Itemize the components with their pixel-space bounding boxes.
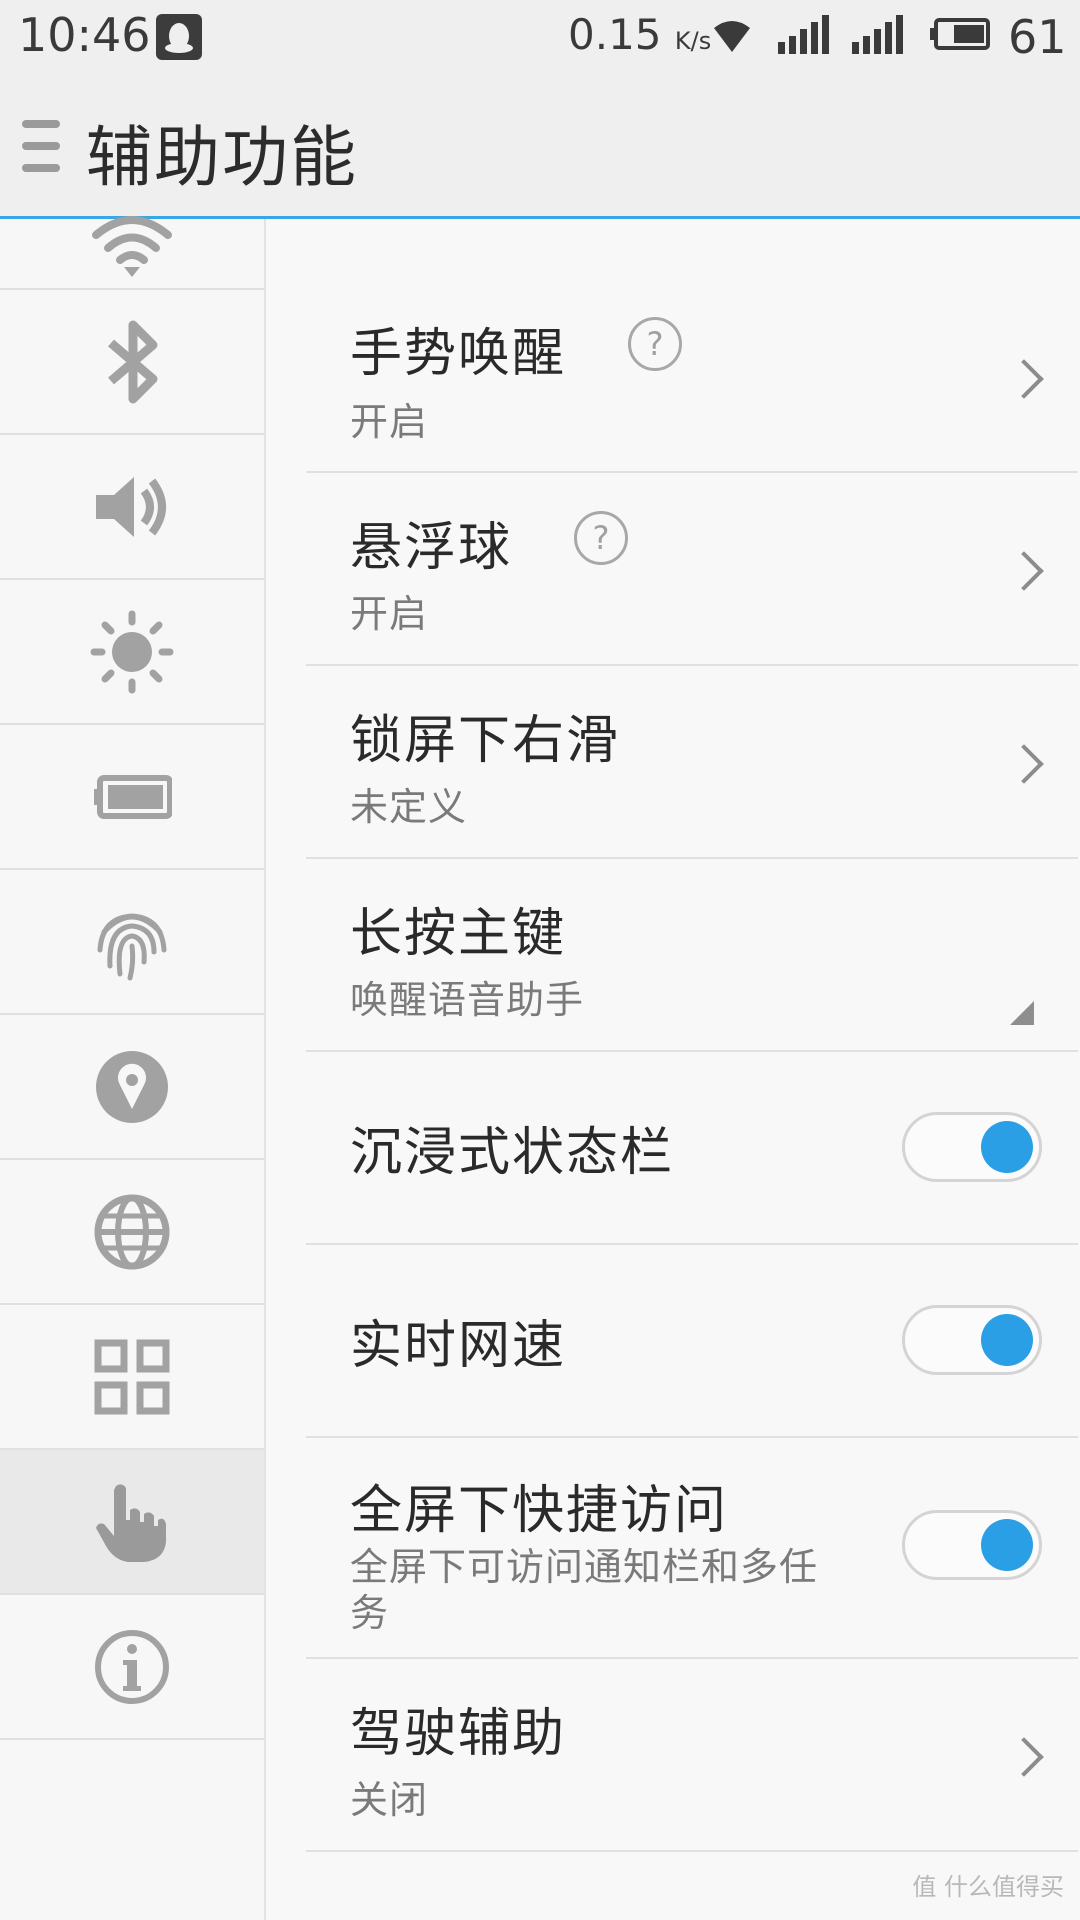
toggle-knob [981, 1314, 1033, 1366]
status-bar: 10:46 0.15 K/s 61 [0, 0, 1080, 78]
settings-list: 手势唤醒 ? 开启 悬浮球 ? 开启 锁屏下右滑 未定义 长按主键 唤醒语音助手… [266, 219, 1080, 1920]
setting-row-long-press-home[interactable]: 长按主键 唤醒语音助手 [306, 857, 1078, 1052]
status-time: 10:46 [18, 8, 151, 62]
sidebar-item-accessibility[interactable] [0, 1450, 264, 1595]
setting-row-gesture-wake[interactable]: 手势唤醒 ? 开启 [306, 219, 1078, 473]
chevron-right-icon [1004, 744, 1044, 784]
sidebar-item-about[interactable] [0, 1595, 264, 1740]
setting-row-realtime-netspeed[interactable]: 实时网速 [306, 1243, 1078, 1438]
setting-title: 沉浸式状态栏 [350, 1123, 675, 1183]
setting-subtitle: 关闭 [350, 1778, 429, 1822]
sidebar-item-bluetooth[interactable] [0, 290, 264, 435]
toggle-switch[interactable] [902, 1305, 1042, 1375]
setting-title: 锁屏下右滑 [350, 711, 621, 771]
bluetooth-icon [108, 320, 158, 403]
sidebar-item-wifi[interactable] [0, 145, 264, 290]
cell-signal-2-icon [850, 12, 904, 60]
setting-row-immersive-statusbar[interactable]: 沉浸式状态栏 [306, 1050, 1078, 1245]
toggle-knob [981, 1519, 1033, 1571]
setting-row-fullscreen-quick-access[interactable]: 全屏下快捷访问 全屏下可访问通知栏和多任务 [306, 1436, 1078, 1659]
settings-category-sidebar [0, 215, 266, 1920]
battery-percent: 61 [1008, 10, 1067, 64]
watermark: 值 什么值得买 [912, 1873, 1064, 1901]
battery-status-icon [928, 12, 992, 60]
sidebar-item-apps[interactable] [0, 1305, 264, 1450]
toggle-knob [981, 1121, 1033, 1173]
setting-subtitle: 开启 [350, 400, 429, 444]
setting-title: 长按主键 [350, 904, 567, 964]
help-icon[interactable]: ? [628, 317, 682, 371]
sidebar-item-display[interactable] [0, 580, 264, 725]
brightness-icon [90, 610, 174, 693]
location-icon [96, 1050, 168, 1123]
chevron-right-icon [1004, 359, 1044, 399]
battery-icon [94, 774, 172, 819]
wifi-icon [92, 215, 172, 277]
dropdown-corner-icon [1010, 1001, 1034, 1025]
sidebar-item-fingerprint[interactable] [0, 870, 264, 1015]
chevron-right-icon [1004, 1737, 1044, 1777]
help-icon[interactable]: ? [574, 511, 628, 565]
info-icon [95, 1629, 169, 1704]
setting-row-driving-assist[interactable]: 驾驶辅助 关闭 [306, 1657, 1078, 1852]
setting-row-floating-ball[interactable]: 悬浮球 ? 开启 [306, 471, 1078, 666]
cell-signal-1-icon [776, 12, 830, 60]
toggle-switch[interactable] [902, 1510, 1042, 1580]
setting-subtitle: 唤醒语音助手 [350, 978, 585, 1022]
chevron-right-icon [1004, 551, 1044, 591]
setting-row-lockscreen-swipe[interactable]: 锁屏下右滑 未定义 [306, 664, 1078, 859]
hand-pointer-icon [96, 1483, 166, 1562]
apps-grid-icon [94, 1339, 170, 1414]
net-speed: 0.15 K/s [568, 10, 712, 59]
globe-icon [94, 1194, 170, 1269]
setting-title: 驾驶辅助 [350, 1704, 567, 1764]
speaker-icon [96, 476, 166, 537]
setting-subtitle: 开启 [350, 592, 429, 636]
wifi-signal-icon [710, 12, 754, 60]
setting-title: 实时网速 [350, 1316, 567, 1376]
sidebar-item-location[interactable] [0, 1015, 264, 1160]
sidebar-item-network[interactable] [0, 1160, 264, 1305]
setting-subtitle: 全屏下可访问通知栏和多任务 [350, 1545, 819, 1635]
fingerprint-icon [97, 912, 167, 980]
qq-notification-icon [156, 14, 202, 60]
toggle-switch[interactable] [902, 1112, 1042, 1182]
sidebar-item-battery[interactable] [0, 725, 264, 870]
setting-title: 悬浮球 [350, 518, 513, 578]
setting-title: 手势唤醒 [350, 324, 567, 384]
setting-title: 全屏下快捷访问 [350, 1481, 729, 1541]
setting-subtitle: 未定义 [350, 785, 468, 829]
sidebar-item-sound[interactable] [0, 435, 264, 580]
